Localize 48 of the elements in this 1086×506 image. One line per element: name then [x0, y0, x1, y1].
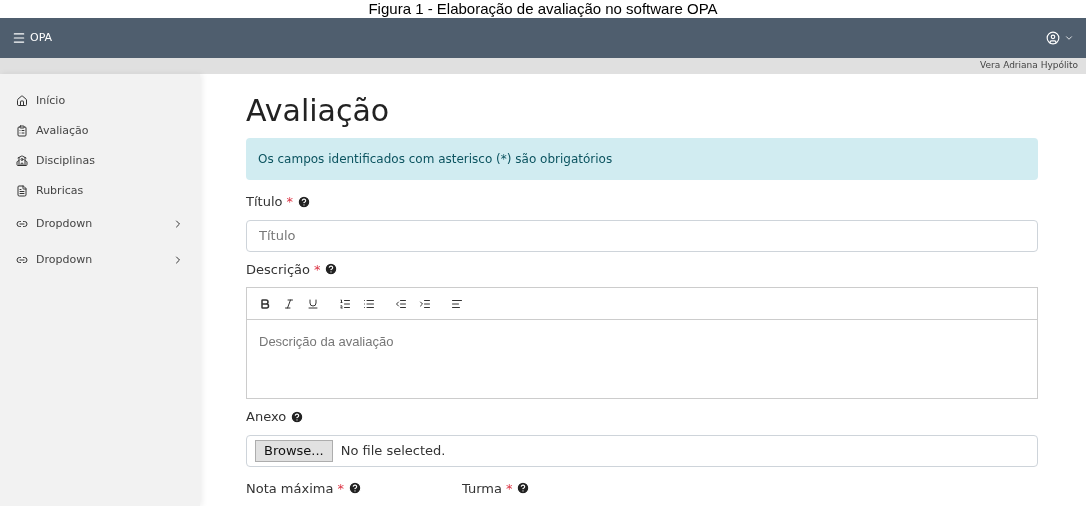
field-label: Anexo: [246, 408, 287, 426]
outdent-icon[interactable]: [395, 297, 407, 310]
home-icon: [16, 95, 28, 107]
field-label: Título: [246, 193, 283, 211]
file-field[interactable]: Browse... No file selected.: [246, 434, 1038, 467]
sidebar-item[interactable]: Disciplinas: [36, 152, 95, 170]
link-icon: [16, 254, 28, 266]
align-icon[interactable]: [451, 297, 463, 310]
title-field[interactable]: Título: [246, 219, 1038, 252]
user-icon[interactable]: [1046, 31, 1060, 45]
indent-icon[interactable]: [419, 297, 431, 310]
help-icon[interactable]: [516, 481, 531, 496]
rich-text-editor[interactable]: Descrição da avaliação: [246, 287, 1038, 399]
bullet-list-icon[interactable]: [363, 297, 375, 310]
help-icon[interactable]: [290, 409, 305, 424]
field-label: Descrição: [246, 260, 310, 279]
sidebar-item[interactable]: Dropdown: [36, 251, 93, 269]
sidebar-item[interactable]: Avaliação: [36, 122, 89, 140]
sidebar-item[interactable]: Início: [36, 92, 66, 110]
required-mark: *: [505, 479, 513, 498]
page-title: Avaliação: [246, 92, 391, 130]
document-icon: [16, 185, 28, 197]
help-icon[interactable]: [324, 262, 339, 277]
italic-icon[interactable]: [283, 297, 295, 310]
numbered-list-icon[interactable]: [339, 297, 351, 310]
field-label: Turma: [461, 479, 502, 498]
building-icon: [16, 155, 28, 167]
underline-icon[interactable]: [307, 297, 319, 310]
field-label: Nota máxima: [246, 479, 334, 498]
browse-button[interactable]: Browse...: [255, 439, 333, 462]
file-status: No file selected.: [340, 441, 446, 460]
brand-name[interactable]: OPA: [30, 29, 53, 47]
clipboard-icon: [16, 125, 28, 137]
required-mark: *: [286, 193, 293, 211]
help-icon[interactable]: [347, 481, 362, 496]
bold-icon[interactable]: [259, 297, 271, 310]
info-alert: Os campos identificados com asterisco (*) são obrigatórios: [246, 138, 1038, 180]
user-name: Vera Adriana Hypólito: [980, 59, 1078, 73]
sidebar-item[interactable]: Rubricas: [36, 182, 84, 200]
figure-caption: Figura 1 - Elaboração de avaliação no software OPA: [368, 0, 718, 18]
required-mark: *: [313, 260, 321, 279]
link-icon: [16, 218, 28, 230]
editor-placeholder: Descrição da avaliação: [258, 333, 395, 351]
menu-icon[interactable]: [12, 31, 26, 45]
help-icon[interactable]: [296, 194, 311, 209]
sidebar-item[interactable]: Dropdown: [36, 215, 93, 233]
required-mark: *: [337, 479, 344, 498]
caret-icon[interactable]: [1064, 33, 1074, 43]
